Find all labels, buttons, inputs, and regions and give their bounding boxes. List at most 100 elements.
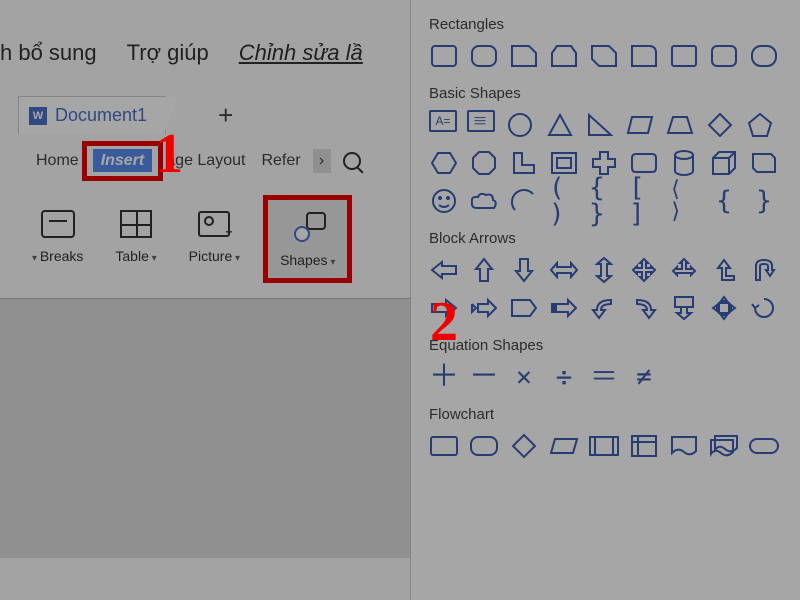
picture-label: Picture: [189, 248, 240, 264]
tab-home[interactable]: Home: [28, 148, 87, 174]
arrow-right[interactable]: [429, 293, 459, 323]
shape-snip-top[interactable]: [549, 41, 579, 71]
shape-can[interactable]: [749, 148, 779, 178]
search-icon[interactable]: [343, 152, 361, 170]
grid-basic-shapes: A= ||| ( ) { } [ ] ⟨ ⟩ { }: [429, 110, 792, 216]
menu-item-edit[interactable]: Chỉnh sửa lầ: [239, 40, 363, 66]
tab-insert-label: Insert: [93, 149, 153, 172]
flow-alt-process[interactable]: [469, 431, 499, 461]
shape-rectangle[interactable]: [429, 41, 459, 71]
flow-process[interactable]: [429, 431, 459, 461]
tab-scroll-right[interactable]: ›: [313, 149, 331, 173]
ribbon-tools: Breaks Table Picture Shapes: [0, 190, 410, 278]
arrow-callout-quad[interactable]: [709, 293, 739, 323]
arrow-leftright[interactable]: [549, 255, 579, 285]
shapes-label: Shapes: [280, 252, 335, 268]
shape-smiley[interactable]: [429, 186, 459, 216]
shape-bracket-angle[interactable]: ⟨ ⟩: [669, 186, 699, 216]
arrow-bent-up[interactable]: [709, 255, 739, 285]
breaks-label: Breaks: [32, 248, 83, 264]
shape-round-side[interactable]: [709, 41, 739, 71]
arrow-quad[interactable]: [629, 255, 659, 285]
shapes-panel: Rectangles Basic Shapes A= ||| ( ): [410, 0, 800, 600]
menu-item-help[interactable]: Trợ giúp: [127, 40, 209, 66]
table-icon: [118, 206, 154, 242]
shape-snip-diag[interactable]: [589, 41, 619, 71]
shape-triangle[interactable]: [545, 110, 575, 140]
shape-parallelogram[interactable]: [625, 110, 655, 140]
arrow-notched[interactable]: [469, 293, 499, 323]
table-button[interactable]: Table: [111, 200, 160, 270]
shape-trapezoid[interactable]: [665, 110, 695, 140]
shape-circle[interactable]: [505, 110, 535, 140]
arrow-up[interactable]: [469, 255, 499, 285]
shape-bracket-round[interactable]: ( ): [549, 186, 579, 216]
shape-textbox-h[interactable]: A=: [429, 110, 457, 132]
document-tab-row: W Document1 +: [0, 96, 410, 134]
arrow-left[interactable]: [429, 255, 459, 285]
shape-pentagon[interactable]: [745, 110, 775, 140]
arrow-curved-left[interactable]: [589, 293, 619, 323]
document-tab[interactable]: W Document1: [18, 96, 166, 134]
breaks-icon: [40, 206, 76, 242]
arrow-uturn[interactable]: [749, 255, 779, 285]
arrow-tri[interactable]: [669, 255, 699, 285]
shape-l-shape[interactable]: [509, 148, 539, 178]
shapes-button[interactable]: Shapes: [268, 200, 347, 278]
flow-document[interactable]: [669, 431, 699, 461]
flow-terminator[interactable]: [749, 431, 779, 461]
shape-snip-corner[interactable]: [509, 41, 539, 71]
arrow-updown[interactable]: [589, 255, 619, 285]
arrow-callout-down[interactable]: [669, 293, 699, 323]
arrow-pentagon[interactable]: [509, 293, 539, 323]
shape-brace-left[interactable]: {: [709, 186, 739, 216]
section-rectangles: Rectangles: [429, 16, 792, 33]
tab-references[interactable]: Refer: [253, 148, 308, 174]
tab-insert[interactable]: Insert: [87, 146, 159, 176]
arrow-striped[interactable]: [549, 293, 579, 323]
arrow-curved-right[interactable]: [629, 293, 659, 323]
shape-rounded-rect[interactable]: [469, 41, 499, 71]
shape-equals[interactable]: ＝: [589, 362, 619, 392]
shapes-icon: [290, 210, 326, 246]
arrow-circular[interactable]: [749, 293, 779, 323]
shape-bracket-curly[interactable]: { }: [589, 186, 619, 216]
shape-cloud[interactable]: [469, 186, 499, 216]
flow-multidoc[interactable]: [709, 431, 739, 461]
shape-divide[interactable]: ÷: [549, 362, 579, 392]
ribbon-tab-strip: Home Insert age Layout Refer ›: [0, 134, 410, 184]
arrow-down[interactable]: [509, 255, 539, 285]
shape-bracket-square[interactable]: [ ]: [629, 186, 659, 216]
shape-arc[interactable]: [509, 186, 539, 216]
shape-cube[interactable]: [709, 148, 739, 178]
shape-round-diag[interactable]: [749, 41, 779, 71]
shape-round-one[interactable]: [629, 41, 659, 71]
shape-right-triangle[interactable]: [585, 110, 615, 140]
shape-cylinder[interactable]: [669, 148, 699, 178]
shape-minus[interactable]: －: [469, 362, 499, 392]
shape-plus[interactable]: ＋: [429, 362, 459, 392]
shape-brace-right[interactable]: }: [749, 186, 779, 216]
add-tab-button[interactable]: +: [218, 100, 233, 131]
flow-decision[interactable]: [509, 431, 539, 461]
app-top-menu: h bổ sung Trợ giúp Chỉnh sửa lầ: [0, 0, 410, 86]
main-app-area: h bổ sung Trợ giúp Chỉnh sửa lầ W Docume…: [0, 0, 410, 600]
shape-octagon[interactable]: [469, 148, 499, 178]
shape-not-equals[interactable]: ≠: [629, 362, 659, 392]
shape-multiply[interactable]: ✕: [509, 362, 539, 392]
tab-page-layout[interactable]: age Layout: [158, 148, 253, 174]
grid-equation-shapes: ＋ － ✕ ÷ ＝ ≠: [429, 362, 792, 392]
shape-round-two[interactable]: [669, 41, 699, 71]
picture-icon: [196, 206, 232, 242]
grid-rectangles: [429, 41, 792, 71]
menu-item[interactable]: h bổ sung: [0, 40, 97, 66]
flow-data[interactable]: [549, 431, 579, 461]
breaks-button[interactable]: Breaks: [28, 200, 87, 270]
shape-hexagon[interactable]: [429, 148, 459, 178]
flow-predefined[interactable]: [589, 431, 619, 461]
shape-diamond[interactable]: [705, 110, 735, 140]
shape-textbox-v[interactable]: |||: [467, 110, 495, 132]
picture-button[interactable]: Picture: [185, 200, 244, 270]
section-block-arrows: Block Arrows: [429, 230, 792, 247]
flow-internal-storage[interactable]: [629, 431, 659, 461]
